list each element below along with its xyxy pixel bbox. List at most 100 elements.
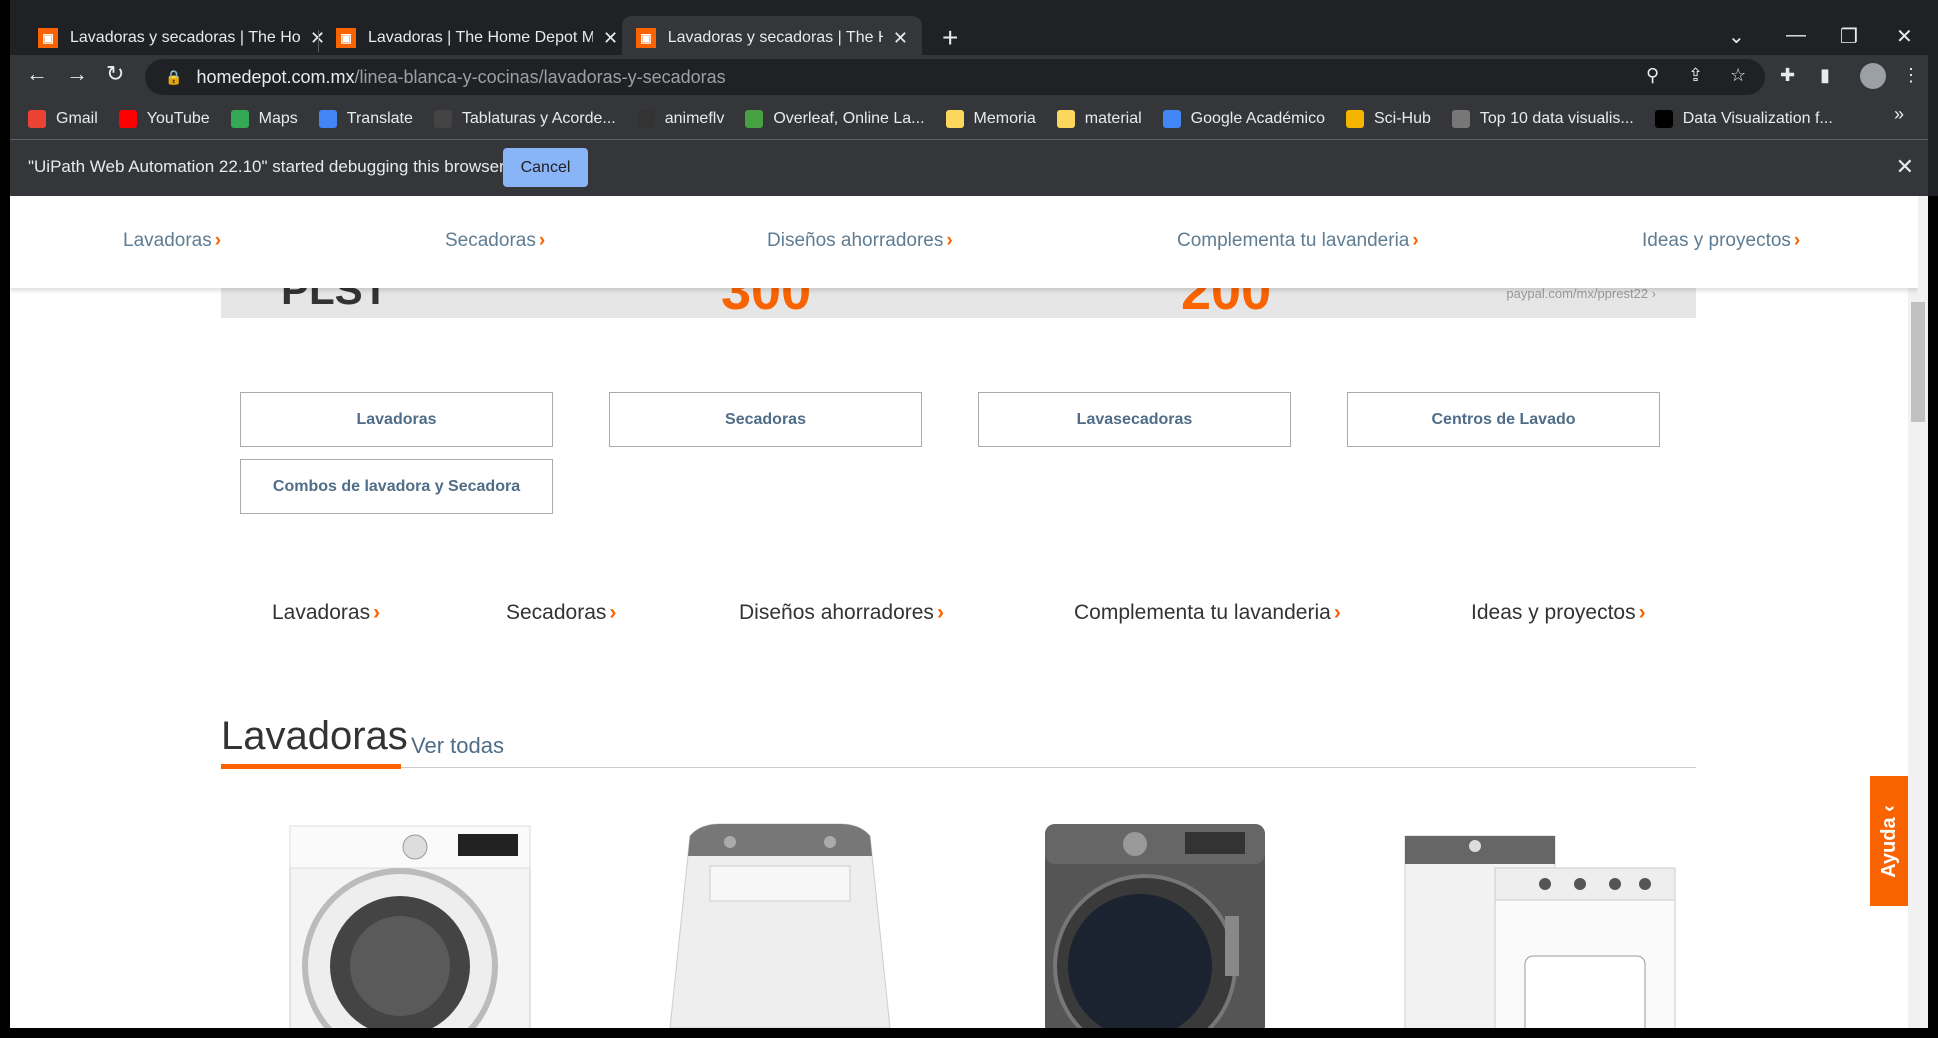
homedepot-favicon-icon: ▣ bbox=[38, 28, 58, 48]
debug-infobar: "UiPath Web Automation 22.10" started de… bbox=[10, 139, 1928, 196]
bookmark-item[interactable]: Gmail bbox=[28, 110, 98, 128]
tab-search-icon[interactable]: ⌄ bbox=[1728, 24, 1745, 49]
page-content: Lavadoras › Secadoras › Diseños ahorradore… bbox=[10, 196, 1918, 1028]
bookmark-item[interactable]: animeflv bbox=[636, 110, 725, 128]
tab-strip: ▣ Lavadoras y secadoras | The Hom ✕ ▣ La… bbox=[10, 10, 1928, 60]
restore-icon[interactable]: ❐ bbox=[1840, 24, 1858, 49]
cancel-debug-button[interactable]: Cancel bbox=[503, 148, 588, 187]
help-tab[interactable]: Ayuda ‹ bbox=[1870, 776, 1908, 906]
bookmark-label: material bbox=[1084, 110, 1142, 127]
product-samsung-washer[interactable] bbox=[1025, 816, 1285, 1028]
promo-banner[interactable]: PLST 300 200 paypal.com/mx/pprest22 › bbox=[221, 288, 1696, 318]
tab-1[interactable]: ▣ Lavadoras y secadoras | The Hom ✕ bbox=[24, 16, 339, 60]
sticky-nav-ideas[interactable]: Ideas y proyectos › bbox=[1642, 230, 1800, 252]
scrollbar-thumb[interactable] bbox=[1911, 302, 1925, 422]
homedepot-favicon-icon: ▣ bbox=[336, 28, 356, 48]
overleaf-icon bbox=[745, 110, 764, 128]
bookmarks-overflow-icon[interactable]: » bbox=[1894, 104, 1918, 125]
sticky-nav-secadoras[interactable]: Secadoras › bbox=[445, 230, 545, 252]
side-panel-icon[interactable]: ▮ bbox=[1820, 65, 1830, 86]
close-window-icon[interactable]: ✕ bbox=[1896, 24, 1913, 49]
section-title: Lavadoras bbox=[221, 714, 408, 758]
bookmark-item[interactable]: Maps bbox=[230, 110, 298, 128]
profile-avatar[interactable] bbox=[1860, 63, 1886, 89]
reload-icon[interactable]: ↻ bbox=[106, 61, 124, 87]
product-lg-washer[interactable] bbox=[280, 816, 540, 1028]
tab-3-active[interactable]: ▣ Lavadoras y secadoras | The Hom ✕ bbox=[622, 16, 922, 60]
url-path: /linea-blanca-y-cocinas/lavadoras-y-seca… bbox=[354, 66, 726, 87]
bookmark-label: Gmail bbox=[56, 110, 98, 127]
bookmark-item[interactable]: Google Académico bbox=[1162, 110, 1325, 128]
category-button-secadoras[interactable]: Secadoras bbox=[609, 392, 922, 447]
banner-amount: 300 bbox=[721, 288, 812, 318]
sticky-nav-lavadoras[interactable]: Lavadoras › bbox=[123, 230, 221, 252]
bookmark-item[interactable]: Translate bbox=[318, 110, 413, 128]
blocked-icon[interactable]: ⚲ bbox=[1646, 65, 1659, 86]
bookmarks-bar: Gmail YouTube Maps Translate Tablaturas y Ac… bbox=[10, 99, 1928, 139]
category-button-lavadoras[interactable]: Lavadoras bbox=[240, 392, 553, 447]
nav2-secadoras[interactable]: Secadoras › bbox=[506, 601, 616, 625]
menu-kebab-icon[interactable]: ⋮ bbox=[1902, 65, 1920, 86]
tab-title: Lavadoras y secadoras | The Hom bbox=[667, 29, 883, 46]
bookmark-item[interactable]: Memoria bbox=[945, 110, 1036, 128]
bookmark-label: Data Visualization f... bbox=[1682, 110, 1833, 127]
folder-icon bbox=[945, 110, 964, 128]
back-icon[interactable]: ← bbox=[26, 61, 48, 87]
tab-title: Lavadoras y secadoras | The Hom bbox=[70, 29, 300, 46]
bookmark-item[interactable]: material bbox=[1056, 110, 1142, 128]
sticky-nav-complementa[interactable]: Complementa tu lavanderia › bbox=[1177, 230, 1419, 252]
new-tab-icon[interactable]: + bbox=[942, 22, 958, 54]
gmail-icon bbox=[28, 110, 46, 128]
see-all-link[interactable]: Ver todas bbox=[411, 733, 504, 759]
nav2-complementa[interactable]: Complementa tu lavanderia › bbox=[1074, 601, 1341, 625]
bookmark-item[interactable]: Top 10 data visualis... bbox=[1451, 110, 1634, 128]
product-washer-dryer-combo[interactable] bbox=[1395, 816, 1676, 1028]
bookmark-item[interactable]: Tablaturas y Acorde... bbox=[433, 110, 616, 128]
category-button-centros[interactable]: Centros de Lavado bbox=[1347, 392, 1660, 447]
address-bar[interactable]: 🔒 homedepot.com.mx/linea-blanca-y-cocina… bbox=[145, 59, 1765, 95]
bookmark-label: Tablaturas y Acorde... bbox=[461, 110, 616, 127]
infobar-message: "UiPath Web Automation 22.10" started de… bbox=[28, 157, 505, 176]
sticky-category-nav: Lavadoras › Secadoras › Diseños ahorradore… bbox=[10, 196, 1918, 288]
extensions-icon[interactable]: ✚ bbox=[1780, 65, 1795, 86]
bookmark-star-icon[interactable]: ☆ bbox=[1730, 65, 1746, 86]
browser-chrome: ▣ Lavadoras y secadoras | The Hom ✕ ▣ La… bbox=[0, 0, 1938, 196]
bookmark-item[interactable]: Data Visualization f... bbox=[1654, 110, 1833, 128]
folder-icon bbox=[1056, 110, 1075, 128]
banner-amount: 200 bbox=[1181, 288, 1272, 318]
bookmark-label: Sci-Hub bbox=[1373, 110, 1431, 127]
bookmark-label: Maps bbox=[258, 110, 298, 127]
url-host: homedepot.com.mx bbox=[196, 66, 355, 87]
close-infobar-icon[interactable]: ✕ bbox=[1896, 154, 1914, 180]
tab-2[interactable]: ▣ Lavadoras | The Home Depot Mé ✕ bbox=[322, 16, 632, 60]
minimize-icon[interactable]: — bbox=[1786, 24, 1806, 47]
tab-title: Lavadoras | The Home Depot Mé bbox=[368, 29, 593, 46]
homedepot-favicon-icon: ▣ bbox=[636, 28, 656, 48]
section-title-underline bbox=[221, 764, 401, 769]
notion-icon bbox=[1654, 110, 1673, 128]
bookmark-label: Top 10 data visualis... bbox=[1479, 110, 1634, 127]
toolbar: ← → ↻ 🔒 homedepot.com.mx/linea-blanca-y-… bbox=[10, 55, 1928, 99]
close-tab-icon[interactable]: ✕ bbox=[603, 28, 618, 49]
bookmark-label: animeflv bbox=[664, 110, 725, 127]
bookmark-item[interactable]: Overleaf, Online La... bbox=[745, 110, 925, 128]
category-button-combos[interactable]: Combos de lavadora y Secadora bbox=[240, 459, 553, 514]
bookmark-label: Overleaf, Online La... bbox=[773, 110, 925, 127]
animeflv-icon bbox=[636, 110, 655, 128]
close-tab-icon[interactable]: ✕ bbox=[893, 28, 908, 49]
nav2-disenos[interactable]: Diseños ahorradores › bbox=[739, 601, 944, 625]
banner-text: PLST bbox=[281, 288, 389, 313]
bookmark-item[interactable]: YouTube bbox=[118, 110, 210, 128]
page-scrollbar[interactable] bbox=[1908, 196, 1928, 1028]
youtube-icon bbox=[118, 110, 137, 128]
sticky-nav-disenos[interactable]: Diseños ahorradores › bbox=[767, 230, 953, 252]
category-button-lavasecadoras[interactable]: Lavasecadoras bbox=[978, 392, 1291, 447]
nav2-lavadoras[interactable]: Lavadoras › bbox=[272, 601, 380, 625]
product-whirlpool-washer[interactable] bbox=[650, 816, 910, 1028]
share-icon[interactable]: ⇪ bbox=[1688, 65, 1703, 86]
forward-icon[interactable]: → bbox=[66, 61, 88, 87]
nav2-ideas[interactable]: Ideas y proyectos › bbox=[1471, 601, 1646, 625]
section-divider bbox=[221, 767, 1696, 768]
bookmark-item[interactable]: Sci-Hub bbox=[1345, 110, 1431, 128]
scholar-icon bbox=[1162, 110, 1181, 128]
